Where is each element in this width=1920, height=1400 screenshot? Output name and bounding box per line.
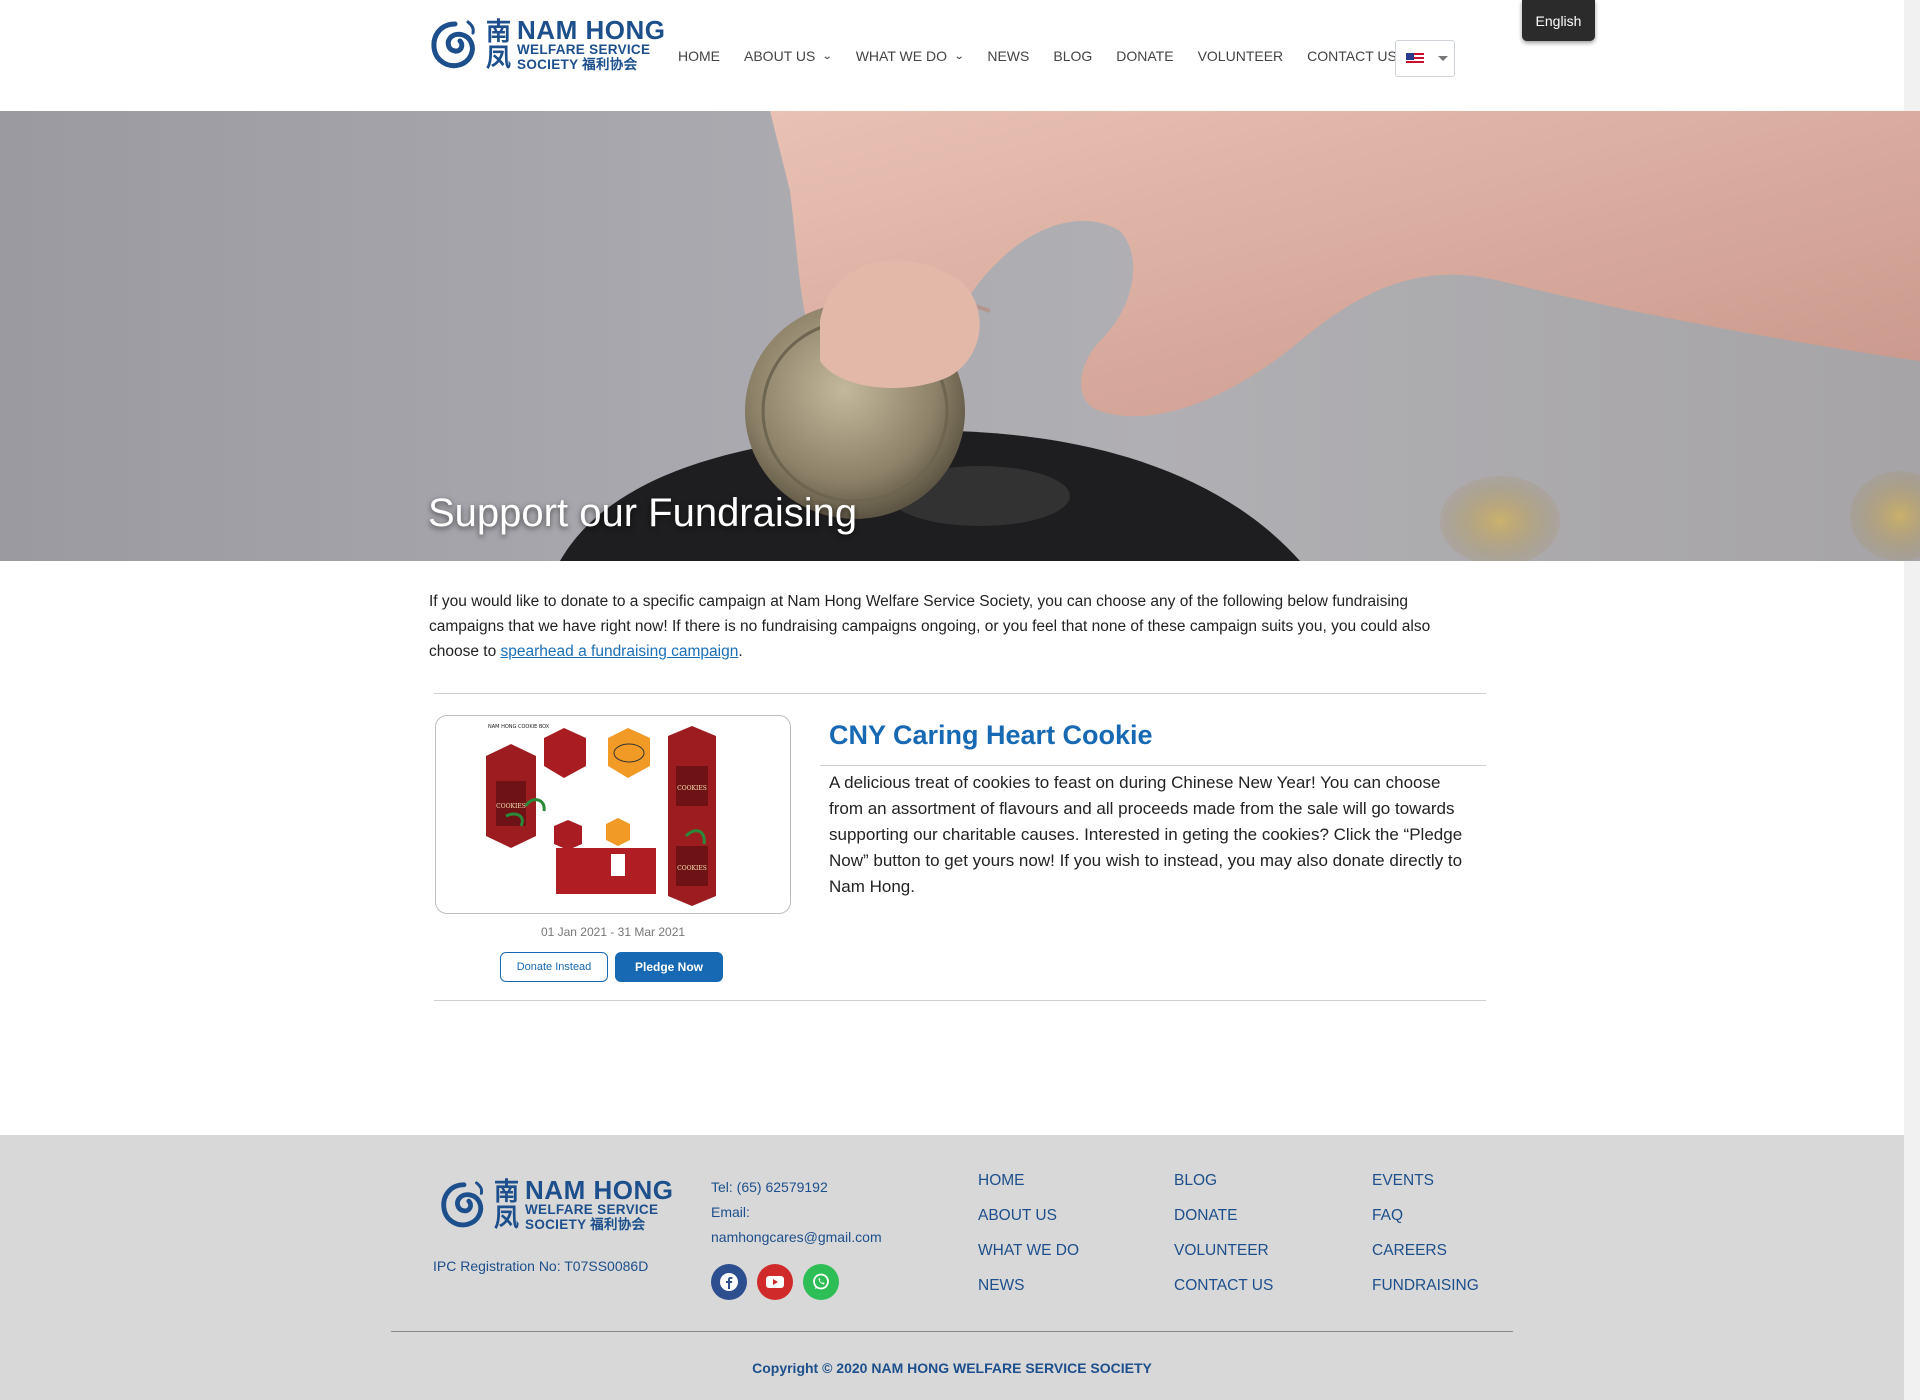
- facebook-icon: [720, 1273, 738, 1291]
- logo-cn-bottom: 凤: [486, 43, 512, 72]
- footer-link-blog[interactable]: BLOG: [1174, 1168, 1273, 1203]
- footer-logo-cn-bottom: 凤: [494, 1203, 520, 1232]
- nav-what-we-do[interactable]: WHAT WE DO ⌄: [855, 48, 965, 64]
- us-flag-icon: [1406, 52, 1424, 65]
- nav-home[interactable]: HOME: [678, 48, 720, 64]
- footer-contact: Tel: (65) 62579192 Email: namhongcares@g…: [711, 1175, 882, 1250]
- nav-blog[interactable]: BLOG: [1053, 48, 1092, 64]
- site-header: 南 凤 NAM HONG WELFARE SERVICE SOCIETY 福利协…: [0, 0, 1904, 111]
- footer-logo[interactable]: 南 凤 NAM HONG WELFARE SERVICE SOCIETY 福利协…: [438, 1175, 674, 1232]
- nav-about-us-label: ABOUT US: [744, 48, 816, 64]
- footer-logo-chinese: 南 凤: [494, 1179, 519, 1231]
- cookie-box-image: NAM HONG COOKIE BOX COOKIES COOKIES COOK…: [486, 724, 716, 906]
- logo-line2: WELFARE SERVICE: [517, 42, 651, 57]
- hero-title: Support our Fundraising: [428, 491, 858, 535]
- hero-banner: Support our Fundraising: [0, 111, 1920, 561]
- campaign-title[interactable]: CNY Caring Heart Cookie: [829, 720, 1153, 751]
- site-logo[interactable]: 南 凤 NAM HONG WELFARE SERVICE SOCIETY 福利协…: [428, 15, 666, 72]
- footer-logo-text: NAM HONG WELFARE SERVICE SOCIETY 福利协会: [525, 1175, 674, 1232]
- facebook-button[interactable]: [711, 1264, 747, 1300]
- footer-link-home[interactable]: HOME: [978, 1168, 1079, 1203]
- divider-bottom: [434, 1000, 1486, 1001]
- nav-news[interactable]: NEWS: [987, 48, 1029, 64]
- nav-donate-label: DONATE: [1116, 48, 1174, 64]
- footer-link-careers[interactable]: CAREERS: [1372, 1238, 1479, 1273]
- logo-chinese: 南 凤: [486, 19, 511, 71]
- divider-top: [434, 693, 1486, 694]
- whatsapp-button[interactable]: [803, 1264, 839, 1300]
- logo-swirl-icon: [431, 20, 475, 69]
- youtube-button[interactable]: [757, 1264, 793, 1300]
- footer-logo-line2: WELFARE SERVICE: [525, 1202, 659, 1217]
- footer-link-volunteer[interactable]: VOLUNTEER: [1174, 1238, 1273, 1273]
- nav-volunteer[interactable]: VOLUNTEER: [1198, 48, 1284, 64]
- footer-email-label: Email:: [711, 1204, 750, 1220]
- logo-text: NAM HONG WELFARE SERVICE SOCIETY 福利协会: [517, 15, 666, 72]
- logo-line3: SOCIETY 福利协会: [517, 57, 638, 72]
- ipc-registration: IPC Registration No: T07SS0086D: [433, 1258, 649, 1274]
- footer-links-col3: EVENTS FAQ CAREERS FUNDRAISING: [1372, 1168, 1479, 1308]
- image-label: NAM HONG COOKIE BOX: [488, 724, 550, 730]
- footer-link-contact-us[interactable]: CONTACT US: [1174, 1273, 1273, 1308]
- footer-link-fundraising[interactable]: FUNDRAISING: [1372, 1273, 1479, 1308]
- logo-cn-top: 南: [486, 17, 512, 46]
- footer-link-news[interactable]: NEWS: [978, 1273, 1079, 1308]
- logo-swirl-icon: [441, 1181, 484, 1228]
- nav-home-label: HOME: [678, 48, 720, 64]
- footer-logo-line3: SOCIETY 福利协会: [525, 1217, 646, 1232]
- campaign-dates: 01 Jan 2021 - 31 Mar 2021: [540, 925, 686, 939]
- whatsapp-icon: [813, 1273, 829, 1290]
- footer-link-about-us[interactable]: ABOUT US: [978, 1203, 1079, 1238]
- footer-tel[interactable]: Tel: (65) 62579192: [711, 1175, 882, 1200]
- footer-link-faq[interactable]: FAQ: [1372, 1203, 1479, 1238]
- spearhead-campaign-link[interactable]: spearhead a fundraising campaign: [501, 643, 739, 660]
- footer-email[interactable]: namhongcares@gmail.com: [711, 1225, 882, 1250]
- nav-blog-label: BLOG: [1053, 48, 1093, 64]
- nav-contact-us[interactable]: CONTACT US: [1307, 48, 1397, 64]
- chevron-down-icon: ⌄: [822, 50, 833, 62]
- intro-text-end: .: [738, 643, 743, 660]
- nav-news-label: NEWS: [987, 48, 1030, 64]
- footer-link-what-we-do[interactable]: WHAT WE DO: [978, 1238, 1079, 1273]
- language-selector[interactable]: [1395, 40, 1455, 77]
- footer-link-donate[interactable]: DONATE: [1174, 1203, 1273, 1238]
- footer-logo-line1: NAM HONG: [525, 1175, 674, 1205]
- image-box-text-2: COOKIES: [677, 785, 707, 792]
- hero-coin-hand-image: [560, 111, 1920, 561]
- nav-donate[interactable]: DONATE: [1116, 48, 1173, 64]
- youtube-icon: [766, 1276, 784, 1288]
- footer-links-col2: BLOG DONATE VOLUNTEER CONTACT US: [1174, 1168, 1273, 1308]
- nav-volunteer-label: VOLUNTEER: [1197, 48, 1284, 64]
- footer-logo-cn-top: 南: [494, 1177, 520, 1206]
- footer-link-events[interactable]: EVENTS: [1372, 1168, 1479, 1203]
- pledge-now-button[interactable]: Pledge Now: [615, 952, 723, 982]
- copyright-text: Copyright © 2020 NAM HONG WELFARE SERVIC…: [752, 1360, 1152, 1376]
- footer-divider: [391, 1331, 1513, 1332]
- intro-paragraph: If you would like to donate to a specifi…: [429, 589, 1469, 664]
- nav-about-us[interactable]: ABOUT US ⌄: [744, 48, 833, 64]
- campaign-image[interactable]: NAM HONG COOKIE BOX COOKIES COOKIES COOK…: [435, 715, 791, 914]
- image-box-text-3: COOKIES: [677, 865, 707, 872]
- image-box-text-1: COOKIES: [496, 803, 526, 810]
- nav-contact-us-label: CONTACT US: [1307, 48, 1397, 64]
- donate-instead-button[interactable]: Donate Instead: [500, 952, 608, 982]
- nav-what-we-do-label: WHAT WE DO: [855, 48, 947, 64]
- chevron-down-icon: ⌄: [953, 50, 965, 62]
- footer-links-col1: HOME ABOUT US WHAT WE DO NEWS: [978, 1168, 1079, 1308]
- main-nav: HOME ABOUT US ⌄ WHAT WE DO ⌄ NEWS BLOG DON…: [678, 48, 1421, 64]
- campaign-description: A delicious treat of cookies to feast on…: [829, 773, 1463, 896]
- language-tooltip: English: [1522, 0, 1595, 41]
- title-divider: [820, 765, 1486, 766]
- logo-line1: NAM HONG: [517, 15, 666, 45]
- caret-down-icon: [1438, 56, 1448, 61]
